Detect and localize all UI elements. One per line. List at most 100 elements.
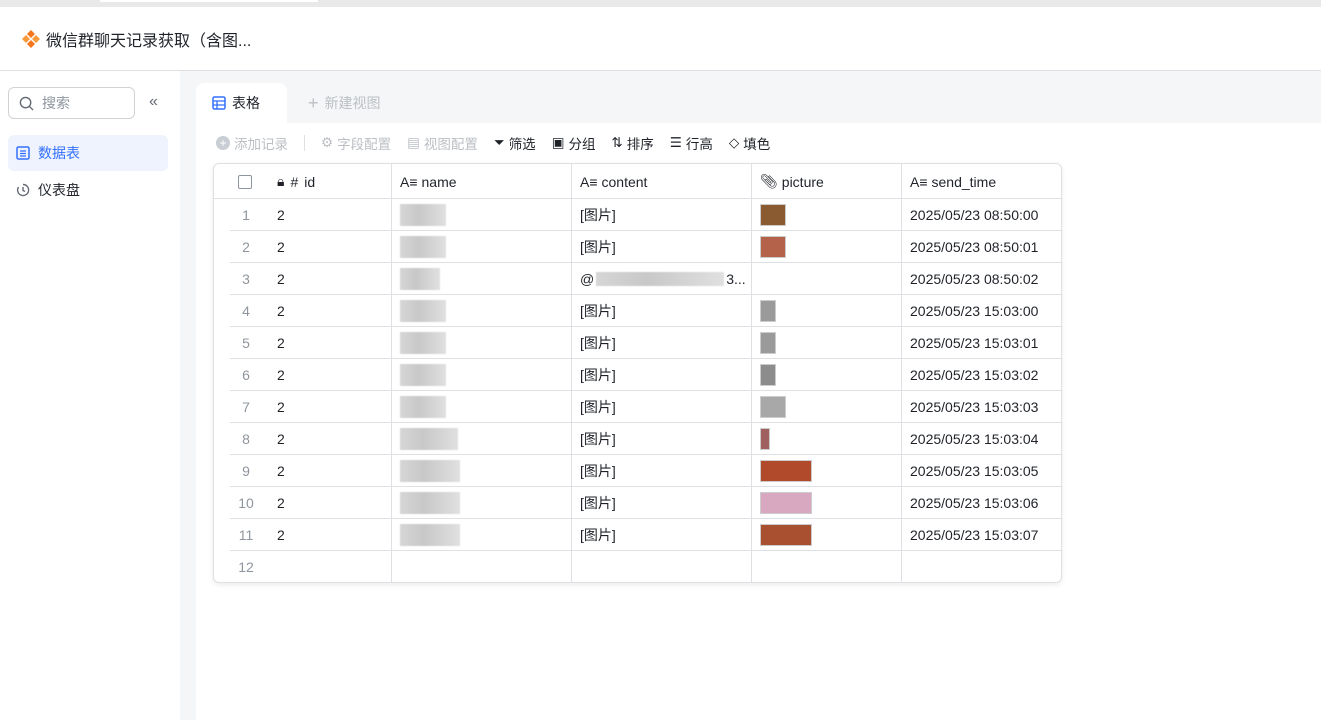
sort-button[interactable]: ⇅ 排序 — [611, 133, 653, 153]
column-header-content[interactable]: A≡ content — [572, 164, 647, 199]
filter-button[interactable]: ⏷ 筛选 — [494, 133, 536, 153]
table-row[interactable]: 2 2 [图片] 2025/05/23 08:50:01 — [214, 231, 1061, 263]
name-cell[interactable] — [392, 359, 446, 391]
picture-thumbnail[interactable] — [760, 332, 776, 354]
data-table: 🔒︎ # id A≡ name A≡ content 📎︎ picture A≡ send_… — [213, 163, 1062, 583]
id-cell[interactable]: 2 — [269, 423, 285, 455]
browser-tab[interactable] — [100, 0, 318, 2]
id-cell[interactable]: 2 — [269, 455, 285, 487]
content-cell[interactable]: [图片] — [572, 295, 616, 327]
id-cell[interactable]: 2 — [269, 519, 285, 551]
picture-cell[interactable] — [752, 391, 786, 423]
content-cell[interactable]: [图片] — [572, 423, 616, 455]
send-time-cell[interactable]: 2025/05/23 15:03:02 — [902, 359, 1038, 391]
group-button[interactable]: ▣ 分组 — [552, 133, 596, 153]
search-input[interactable]: 搜索 — [8, 87, 135, 119]
id-cell[interactable]: 2 — [269, 199, 285, 231]
name-cell[interactable] — [392, 199, 446, 231]
send-time-cell[interactable]: 2025/05/23 15:03:07 — [902, 519, 1038, 551]
table-row[interactable]: 9 2 [图片] 2025/05/23 15:03:05 — [214, 455, 1061, 487]
name-cell[interactable] — [392, 295, 446, 327]
content-cell[interactable]: [图片] — [572, 487, 616, 519]
table-row[interactable]: 10 2 [图片] 2025/05/23 15:03:06 — [214, 487, 1061, 519]
name-cell[interactable] — [392, 455, 460, 487]
fill-color-button[interactable]: ◇ 填色 — [729, 133, 770, 153]
id-cell[interactable]: 2 — [269, 327, 285, 359]
collapse-sidebar-icon[interactable]: « — [149, 93, 158, 111]
table-row[interactable]: 6 2 [图片] 2025/05/23 15:03:02 — [214, 359, 1061, 391]
new-view-button[interactable]: + 新建视图 — [308, 83, 381, 123]
picture-cell[interactable] — [752, 295, 776, 327]
column-header-name[interactable]: A≡ name — [392, 164, 457, 199]
name-cell[interactable] — [392, 327, 446, 359]
sidebar-item-datatable[interactable]: 数据表 — [8, 135, 168, 171]
content-cell[interactable]: [图片] — [572, 391, 616, 423]
picture-cell[interactable] — [752, 455, 812, 487]
name-cell[interactable] — [392, 487, 460, 519]
table-row[interactable]: 5 2 [图片] 2025/05/23 15:03:01 — [214, 327, 1061, 359]
picture-cell[interactable] — [752, 519, 812, 551]
id-cell[interactable]: 2 — [269, 231, 285, 263]
picture-cell[interactable] — [752, 423, 770, 455]
content-cell[interactable]: [图片] — [572, 455, 616, 487]
column-header-picture[interactable]: 📎︎ picture — [752, 164, 824, 199]
send-time-cell[interactable]: 2025/05/23 08:50:01 — [902, 231, 1038, 263]
send-time-cell[interactable]: 2025/05/23 08:50:02 — [902, 263, 1038, 295]
empty-table-row[interactable]: 12 — [214, 551, 1061, 582]
send-time-cell[interactable]: 2025/05/23 15:03:03 — [902, 391, 1038, 423]
send-time-cell[interactable]: 2025/05/23 15:03:00 — [902, 295, 1038, 327]
select-all-checkbox[interactable] — [230, 164, 252, 199]
send-time-cell[interactable]: 2025/05/23 15:03:01 — [902, 327, 1038, 359]
id-cell[interactable]: 2 — [269, 295, 285, 327]
id-cell[interactable]: 2 — [269, 487, 285, 519]
picture-cell[interactable] — [752, 231, 786, 263]
column-header-id[interactable]: 🔒︎ # id — [269, 164, 315, 199]
picture-thumbnail[interactable] — [760, 236, 786, 258]
picture-cell[interactable] — [752, 199, 786, 231]
send-time-cell[interactable]: 2025/05/23 15:03:05 — [902, 455, 1038, 487]
picture-thumbnail[interactable] — [760, 204, 786, 226]
picture-cell[interactable] — [752, 359, 776, 391]
picture-thumbnail[interactable] — [760, 524, 812, 546]
picture-cell[interactable] — [752, 263, 760, 295]
picture-thumbnail[interactable] — [760, 428, 770, 450]
add-record-button[interactable]: + 添加记录 — [216, 133, 288, 153]
table-row[interactable]: 8 2 [图片] 2025/05/23 15:03:04 — [214, 423, 1061, 455]
table-row[interactable]: 1 2 [图片] 2025/05/23 08:50:00 — [214, 199, 1061, 231]
name-cell[interactable] — [392, 423, 458, 455]
content-cell[interactable]: [图片] — [572, 327, 616, 359]
view-config-button[interactable]: ▤ 视图配置 — [407, 133, 478, 153]
content-cell[interactable]: [图片] — [572, 519, 616, 551]
picture-cell[interactable] — [752, 327, 776, 359]
id-cell[interactable]: 2 — [269, 263, 285, 295]
picture-thumbnail[interactable] — [760, 300, 776, 322]
send-time-cell[interactable]: 2025/05/23 15:03:06 — [902, 487, 1038, 519]
field-config-button[interactable]: ⚙ 字段配置 — [321, 133, 391, 153]
name-cell[interactable] — [392, 263, 440, 295]
picture-cell[interactable] — [752, 487, 812, 519]
table-row[interactable]: 4 2 [图片] 2025/05/23 15:03:00 — [214, 295, 1061, 327]
redacted-name — [400, 236, 446, 258]
row-height-button[interactable]: ☰ 行高 — [670, 133, 713, 153]
content-cell[interactable]: [图片] — [572, 231, 616, 263]
id-cell[interactable]: 2 — [269, 391, 285, 423]
table-row[interactable]: 11 2 [图片] 2025/05/23 15:03:07 — [214, 519, 1061, 551]
column-header-send-time[interactable]: A≡ send_time — [902, 164, 996, 199]
content-cell[interactable]: [图片] — [572, 199, 616, 231]
name-cell[interactable] — [392, 391, 446, 423]
sidebar-item-dashboard[interactable]: 仪表盘 — [8, 172, 168, 208]
picture-thumbnail[interactable] — [760, 460, 812, 482]
send-time-cell[interactable]: 2025/05/23 08:50:00 — [902, 199, 1038, 231]
id-cell[interactable]: 2 — [269, 359, 285, 391]
content-cell[interactable]: [图片] — [572, 359, 616, 391]
tab-grid-view[interactable]: 表格 — [196, 83, 287, 123]
content-cell[interactable]: @3... — [572, 263, 746, 295]
picture-thumbnail[interactable] — [760, 492, 812, 514]
table-row[interactable]: 3 2 @3... 2025/05/23 08:50:02 — [214, 263, 1061, 295]
table-row[interactable]: 7 2 [图片] 2025/05/23 15:03:03 — [214, 391, 1061, 423]
picture-thumbnail[interactable] — [760, 396, 786, 418]
picture-thumbnail[interactable] — [760, 364, 776, 386]
send-time-cell[interactable]: 2025/05/23 15:03:04 — [902, 423, 1038, 455]
name-cell[interactable] — [392, 519, 460, 551]
name-cell[interactable] — [392, 231, 446, 263]
